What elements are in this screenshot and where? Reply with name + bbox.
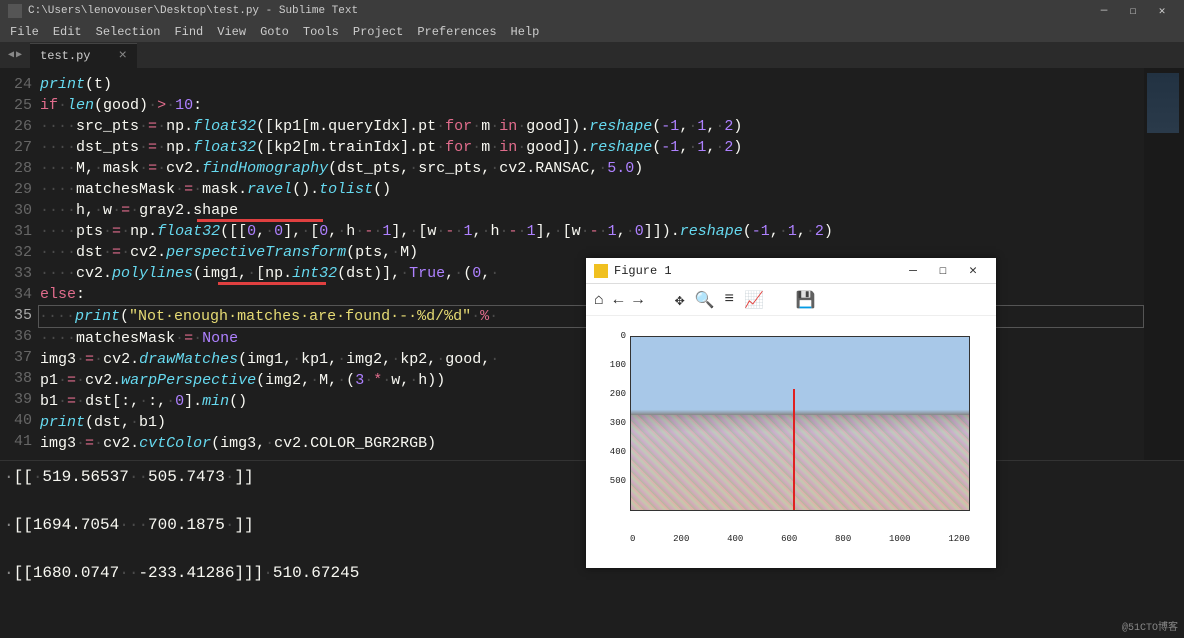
y-axis-ticks: 0100200 300400500 [604,331,626,505]
tab-testpy[interactable]: test.py × [30,43,137,68]
window-maximize[interactable]: ☐ [1119,2,1147,20]
tab-strip: ◀ ▶ test.py × [0,42,1184,68]
home-icon[interactable]: ⌂ [594,291,604,309]
menu-tools[interactable]: Tools [297,23,345,41]
tab-nav-right[interactable]: ▶ [16,49,22,61]
forward-icon[interactable]: → [633,291,643,309]
code-line: ····M,·mask·=·cv2.findHomography(dst_pts… [40,158,1144,179]
plot-image [630,336,970,511]
figure-maximize[interactable]: ☐ [928,263,958,278]
figure-title: Figure 1 [614,264,898,278]
code-line: print(t) [40,74,1144,95]
x-axis-ticks: 0200400 60080010001200 [630,534,970,544]
figure-titlebar[interactable]: Figure 1 — ☐ ✕ [586,258,996,284]
line-gutter: 242526 272829 303132 333435 363738 39404… [0,68,40,460]
minimap[interactable] [1144,68,1184,460]
window-minimize[interactable]: — [1090,2,1118,20]
menu-selection[interactable]: Selection [90,23,167,41]
tab-close-icon[interactable]: × [118,48,126,64]
watermark: @51CTO博客 [1122,618,1178,634]
menu-project[interactable]: Project [347,23,409,41]
figure-minimize[interactable]: — [898,263,928,278]
code-line: ····dst_pts·=·np.float32([kp2[m.trainIdx… [40,137,1144,158]
code-line: ····pts·=·np.float32([[0,·0],·[0,·h·-·1]… [40,221,1144,242]
menu-preferences[interactable]: Preferences [411,23,502,41]
menu-file[interactable]: File [4,23,45,41]
window-titlebar: C:\Users\lenovouser\Desktop\test.py - Su… [0,0,1184,22]
code-line: ····matchesMask·=·mask.ravel().tolist() [40,179,1144,200]
configure-icon[interactable]: ≡ [724,290,734,310]
code-line: if·len(good)·>·10: [40,95,1144,116]
plot-area [630,336,970,511]
figure-canvas[interactable]: 0100200 300400500 0200400 60080010001200 [586,316,996,566]
back-icon[interactable]: ← [614,291,624,309]
figure-app-icon [594,264,608,278]
tab-label: test.py [40,49,90,63]
code-line: ····h,·w·=·gray2.shape [40,200,1144,221]
menu-goto[interactable]: Goto [254,23,295,41]
menu-edit[interactable]: Edit [47,23,88,41]
menu-view[interactable]: View [211,23,252,41]
menu-help[interactable]: Help [505,23,546,41]
save-icon[interactable]: 💾 [796,290,816,310]
code-line: ····src_pts·=·np.float32([kp1[m.queryIdx… [40,116,1144,137]
menu-find[interactable]: Find [168,23,209,41]
zoom-icon[interactable]: 🔍 [694,290,714,310]
figure-close[interactable]: ✕ [958,263,988,278]
axis-icon[interactable]: 📈 [744,290,764,310]
figure-toolbar: ⌂ ← → ✥ 🔍 ≡ 📈 💾 [586,284,996,316]
pan-icon[interactable]: ✥ [675,290,685,310]
tab-nav-left[interactable]: ◀ [8,49,14,61]
menu-bar: File Edit Selection Find View Goto Tools… [0,22,1184,42]
window-close[interactable]: ✕ [1148,2,1176,20]
matplotlib-figure-window[interactable]: Figure 1 — ☐ ✕ ⌂ ← → ✥ 🔍 ≡ 📈 💾 0100200 3… [586,258,996,568]
app-icon [8,4,22,18]
window-title: C:\Users\lenovouser\Desktop\test.py - Su… [28,5,1090,17]
